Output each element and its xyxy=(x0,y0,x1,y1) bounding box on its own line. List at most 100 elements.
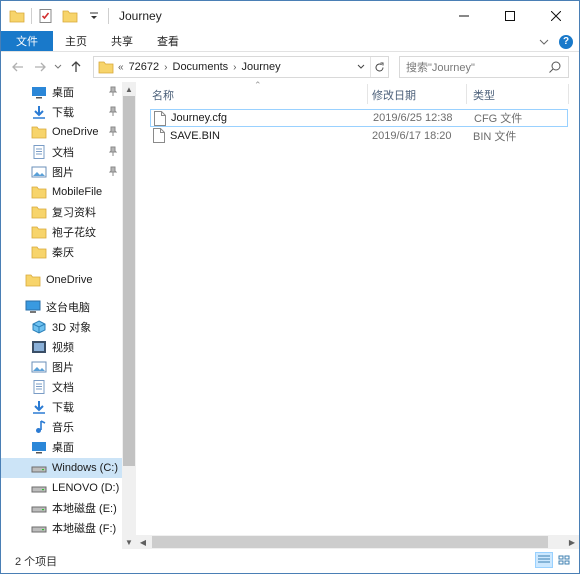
file-list: ⌃ 名称 修改日期 类型 Journey.cfg 2019/6/25 12:38… xyxy=(136,80,579,549)
minimize-button[interactable] xyxy=(441,1,487,31)
scroll-thumb[interactable] xyxy=(123,96,135,466)
file-name: SAVE.BIN xyxy=(170,130,220,142)
scroll-up-icon[interactable]: ▲ xyxy=(122,82,136,96)
nav-item[interactable]: 下载 xyxy=(1,102,123,122)
nav-item-label: 复习资料 xyxy=(52,207,96,219)
nav-item[interactable]: 文档 xyxy=(1,142,123,162)
scroll-down-icon[interactable]: ▼ xyxy=(122,535,136,549)
address-history-button[interactable] xyxy=(352,57,370,77)
nav-item[interactable]: 本地磁盘 (F:) xyxy=(1,518,123,538)
close-button[interactable] xyxy=(533,1,579,31)
nav-item-label: 音乐 xyxy=(52,422,74,434)
nav-item[interactable]: 音乐 xyxy=(1,417,123,437)
pin-icon[interactable] xyxy=(108,106,119,118)
drive-icon xyxy=(31,526,47,533)
up-button[interactable] xyxy=(65,56,87,78)
nav-item-label: 本地磁盘 (E:) xyxy=(52,503,117,515)
search-input[interactable]: 搜索"Journey" xyxy=(406,59,475,75)
search-box[interactable]: 搜索"Journey" xyxy=(399,56,569,78)
music-icon xyxy=(36,420,46,433)
tab-share[interactable]: 共享 xyxy=(99,31,145,51)
breadcrumb-documents[interactable]: Documents xyxy=(173,61,229,73)
nav-item[interactable]: 图片 xyxy=(1,162,123,182)
help-icon[interactable]: ? xyxy=(559,34,573,49)
document-icon xyxy=(33,380,45,394)
nav-item-label: 袍子花纹 xyxy=(52,227,96,239)
tab-home[interactable]: 主页 xyxy=(53,31,99,51)
nav-item[interactable]: 桌面 xyxy=(1,437,123,457)
nav-item[interactable]: 秦厌 xyxy=(1,242,123,262)
nav-item-label: 文档 xyxy=(52,382,74,394)
chevron-right-icon[interactable]: › xyxy=(233,62,236,73)
back-button[interactable] xyxy=(7,56,29,78)
nav-pane-scrollbar[interactable]: ▲ ▼ xyxy=(122,82,136,549)
nav-item[interactable]: 下载 xyxy=(1,397,123,417)
pin-icon[interactable] xyxy=(108,166,119,178)
pin-icon[interactable] xyxy=(108,146,119,158)
tab-file[interactable]: 文件 xyxy=(1,31,53,51)
nav-item[interactable]: MobileFile xyxy=(1,182,123,202)
file-type: CFG 文件 xyxy=(474,113,523,125)
desktop-icon xyxy=(32,442,46,454)
nav-item[interactable]: OneDrive xyxy=(1,270,123,290)
download-icon xyxy=(33,401,45,414)
forward-arrow-icon xyxy=(35,62,46,72)
nav-item[interactable]: 这台电脑 xyxy=(1,297,123,317)
maximize-button[interactable] xyxy=(487,1,533,31)
large-icons-view-icon xyxy=(558,555,570,565)
scroll-right-icon[interactable]: ▶ xyxy=(565,535,579,549)
folder-icon xyxy=(31,186,47,199)
folder-icon xyxy=(31,246,47,259)
column-date[interactable]: 修改日期 xyxy=(372,87,416,103)
nav-item-label: LENOVO (D:) xyxy=(52,482,120,494)
nav-item-label: 桌面 xyxy=(52,442,74,454)
nav-item[interactable]: 图片 xyxy=(1,357,123,377)
large-icons-view-button[interactable] xyxy=(555,552,573,568)
nav-item[interactable]: 3D 对象 xyxy=(1,317,123,337)
nav-item[interactable]: Windows (C:) xyxy=(1,458,123,478)
folder-icon xyxy=(31,226,47,239)
cube-icon xyxy=(32,320,46,334)
file-row-journey-cfg[interactable]: Journey.cfg 2019/6/25 12:38 CFG 文件 xyxy=(150,109,568,127)
nav-item[interactable]: 视频 xyxy=(1,337,123,357)
nav-item[interactable]: OneDrive xyxy=(1,122,123,142)
forward-button[interactable] xyxy=(29,56,51,78)
nav-item[interactable]: 袍子花纹 xyxy=(1,222,123,242)
breadcrumb-72672[interactable]: 72672 xyxy=(129,61,160,73)
file-row-save-bin[interactable]: SAVE.BIN 2019/6/17 18:20 BIN 文件 xyxy=(150,127,568,145)
nav-item[interactable]: 文档 xyxy=(1,377,123,397)
back-arrow-icon xyxy=(12,62,23,72)
refresh-icon xyxy=(375,62,384,71)
scroll-left-icon[interactable]: ◀ xyxy=(136,535,150,549)
desktop-icon xyxy=(32,87,46,99)
file-name: Journey.cfg xyxy=(171,112,228,124)
nav-item[interactable]: LENOVO (D:) xyxy=(1,478,123,498)
refresh-button[interactable] xyxy=(370,57,388,77)
recent-locations-button[interactable] xyxy=(51,56,65,78)
nav-item[interactable]: 本地磁盘 (E:) xyxy=(1,498,123,518)
customize-toolbar-icon[interactable] xyxy=(86,8,102,24)
tab-view[interactable]: 查看 xyxy=(145,31,191,51)
column-type[interactable]: 类型 xyxy=(473,87,495,103)
properties-icon[interactable] xyxy=(38,8,54,24)
item-count: 2 个项目 xyxy=(15,556,58,568)
nav-item-label: 本地磁盘 (F:) xyxy=(52,523,117,535)
nav-item[interactable]: 复习资料 xyxy=(1,202,123,222)
new-folder-icon[interactable] xyxy=(62,8,78,24)
nav-item[interactable]: 桌面 xyxy=(1,82,123,102)
pin-icon[interactable] xyxy=(108,126,119,138)
scroll-thumb[interactable] xyxy=(152,536,548,548)
file-list-hscrollbar[interactable]: ◀ ▶ xyxy=(136,535,579,549)
column-name[interactable]: 名称 xyxy=(152,87,174,103)
details-view-button[interactable] xyxy=(535,552,553,568)
breadcrumb-overflow[interactable]: « xyxy=(118,62,124,73)
nav-item-label: 视频 xyxy=(52,342,74,354)
file-type: BIN 文件 xyxy=(473,131,517,143)
address-bar[interactable]: « 72672 › Documents › Journey xyxy=(93,56,389,78)
breadcrumb-journey[interactable]: Journey xyxy=(241,61,280,73)
nav-item-label: OneDrive xyxy=(52,126,99,138)
nav-item-label: 文档 xyxy=(52,147,74,159)
pin-icon[interactable] xyxy=(108,86,119,98)
expand-ribbon-icon[interactable] xyxy=(539,38,549,46)
chevron-right-icon[interactable]: › xyxy=(164,62,167,73)
